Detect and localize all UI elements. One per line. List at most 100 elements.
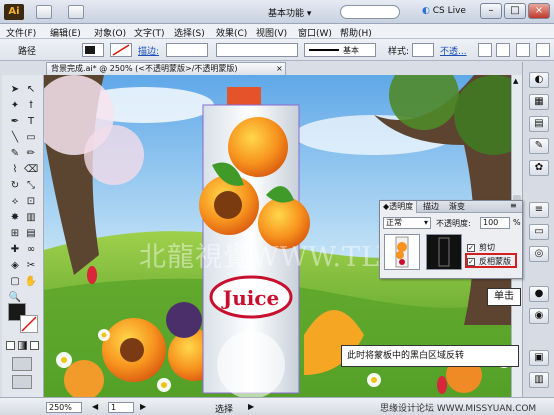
no-stroke-icon	[21, 316, 37, 332]
checkmark-icon: ✓	[467, 244, 475, 252]
swatches-icon[interactable]: ▤	[529, 116, 549, 132]
preferences-icon[interactable]	[496, 43, 510, 57]
clip-checkbox[interactable]: ✓	[467, 244, 475, 252]
fill-swatch[interactable]	[82, 43, 104, 57]
none-mode-icon[interactable]	[30, 341, 39, 350]
column-graph-tool-icon[interactable]: ▥	[24, 211, 38, 225]
menu-help[interactable]: 帮助(H)	[340, 26, 372, 39]
gradient-tool-icon[interactable]: ▤	[24, 227, 38, 241]
opacity-input[interactable]: 100	[480, 217, 510, 229]
blob-brush-tool-icon[interactable]: ⌇	[8, 163, 22, 177]
free-transform-tool-icon[interactable]: ⊡	[24, 195, 38, 209]
artboard-number: 1	[111, 403, 117, 412]
symbol-sprayer-tool-icon[interactable]: ✸	[8, 211, 22, 225]
screen-mode-icon[interactable]	[12, 375, 32, 389]
menu-file[interactable]: 文件(F)	[6, 26, 36, 39]
layers-icon[interactable]: ▣	[529, 350, 549, 366]
title-bar: Ai 基本功能 ▾ ◐ CS Live – □ ×	[0, 0, 554, 24]
tab-stroke[interactable]: 描边	[420, 201, 442, 213]
menu-effect[interactable]: 效果(C)	[216, 26, 247, 39]
slice-tool-icon[interactable]: ✂	[24, 259, 38, 273]
document-tab[interactable]: 背景完成.ai* @ 250% (<不透明蒙版>/不透明蒙版)	[46, 62, 286, 75]
control-bar: 路径 描边: 基本 样式: 不透...	[0, 39, 554, 61]
magic-wand-tool-icon[interactable]: ✦	[8, 99, 22, 113]
warp-tool-icon[interactable]: ⟡	[8, 195, 22, 209]
cs-live-button[interactable]: ◐ CS Live	[422, 6, 466, 16]
cs-live-label: CS Live	[432, 6, 466, 16]
live-paint-tool-icon[interactable]: ◈	[8, 259, 22, 273]
menu-edit[interactable]: 编辑(E)	[50, 26, 81, 39]
workspace-switcher[interactable]: 基本功能 ▾	[268, 6, 311, 19]
menu-object[interactable]: 对象(O)	[94, 26, 126, 39]
panel-menu-icon[interactable]: ≡	[510, 201, 517, 210]
appearance-icon[interactable]: ●	[529, 286, 549, 302]
mask-thumbnail[interactable]	[426, 234, 462, 270]
invert-mask-checkbox[interactable]: ✓	[467, 258, 475, 266]
color-panel-icon[interactable]: ◐	[529, 72, 549, 88]
status-menu-icon[interactable]: ▶	[248, 402, 254, 411]
next-artboard-icon[interactable]: ▶	[140, 402, 146, 411]
artboard-number-field[interactable]: 1	[108, 402, 134, 413]
stroke-link[interactable]: 描边:	[138, 44, 159, 57]
stroke-color-swatch[interactable]	[20, 315, 38, 333]
minimize-button[interactable]: –	[480, 3, 502, 19]
search-input[interactable]	[340, 5, 400, 19]
graphic-styles-icon[interactable]: ◉	[529, 308, 549, 324]
tab-gradient[interactable]: 渐变	[446, 201, 468, 213]
menu-view[interactable]: 视图(V)	[256, 26, 287, 39]
stroke-style-label: 基本	[343, 46, 359, 55]
artboard-tool-icon[interactable]: ▢	[8, 275, 22, 289]
color-guide-icon[interactable]: ▦	[529, 94, 549, 110]
stroke-weight-field[interactable]	[166, 43, 208, 57]
blend-tool-icon[interactable]: ∞	[24, 243, 38, 257]
rotate-tool-icon[interactable]: ↻	[8, 179, 22, 193]
prev-artboard-icon[interactable]: ◀	[92, 402, 98, 411]
panel-menu-icon[interactable]	[536, 43, 550, 57]
brushes-icon[interactable]: ✎	[529, 138, 549, 154]
color-mode-icon[interactable]	[6, 341, 15, 350]
symbols-icon[interactable]: ✿	[529, 160, 549, 176]
close-tab-icon[interactable]: ×	[276, 64, 283, 73]
document-setup-icon[interactable]	[478, 43, 492, 57]
menu-window[interactable]: 窗口(W)	[298, 26, 332, 39]
scale-tool-icon[interactable]: ⤡	[24, 179, 38, 193]
close-button[interactable]: ×	[528, 3, 550, 19]
pen-tool-icon[interactable]: ✒	[8, 115, 22, 129]
menu-select[interactable]: 选择(S)	[174, 26, 205, 39]
draw-mode-icon[interactable]	[12, 357, 32, 371]
bridge-icon[interactable]	[36, 5, 52, 19]
pencil-tool-icon[interactable]: ✏	[24, 147, 38, 161]
panel-tab-strip: ◆透明度 描边 渐变 ≡	[380, 201, 522, 213]
tab-transparency[interactable]: ◆透明度	[380, 201, 418, 213]
rectangle-tool-icon[interactable]: ▭	[24, 131, 38, 145]
hand-tool-icon[interactable]: ✋	[24, 275, 38, 289]
line-tool-icon[interactable]: ╲	[8, 131, 22, 145]
artwork-thumbnail[interactable]	[384, 234, 420, 270]
selection-tool-icon[interactable]: ➤	[8, 83, 22, 97]
graphic-style-picker[interactable]	[412, 43, 434, 57]
variable-width-profile[interactable]	[216, 43, 298, 57]
blend-mode-select[interactable]: 正常 ▾	[383, 217, 431, 229]
stroke-swatch[interactable]	[110, 43, 132, 57]
paintbrush-tool-icon[interactable]: ✎	[8, 147, 22, 161]
mesh-tool-icon[interactable]: ⊞	[8, 227, 22, 241]
scroll-up-icon[interactable]: ▲	[513, 77, 521, 87]
brush-definition[interactable]: 基本	[304, 43, 376, 57]
direct-selection-tool-icon[interactable]: ↖	[24, 83, 38, 97]
gradient-panel-icon[interactable]: ▭	[529, 224, 549, 240]
lasso-tool-icon[interactable]: ꝉ	[24, 99, 38, 113]
eyedropper-tool-icon[interactable]: ✚	[8, 243, 22, 257]
zoom-field[interactable]: 250%	[46, 402, 82, 413]
maximize-button[interactable]: □	[504, 3, 526, 19]
menu-type[interactable]: 文字(T)	[134, 26, 165, 39]
checkmark-icon: ✓	[467, 258, 475, 266]
type-tool-icon[interactable]: T	[24, 115, 38, 129]
transparency-panel-icon[interactable]: ◎	[529, 246, 549, 262]
eraser-tool-icon[interactable]: ⌫	[24, 163, 38, 177]
align-icon[interactable]	[516, 43, 530, 57]
arrange-documents-icon[interactable]	[68, 5, 84, 19]
artboards-icon[interactable]: ▥	[529, 372, 549, 388]
stroke-panel-icon[interactable]: ≡	[529, 202, 549, 218]
gradient-mode-icon[interactable]	[18, 341, 27, 350]
opacity-link[interactable]: 不透...	[440, 44, 467, 57]
